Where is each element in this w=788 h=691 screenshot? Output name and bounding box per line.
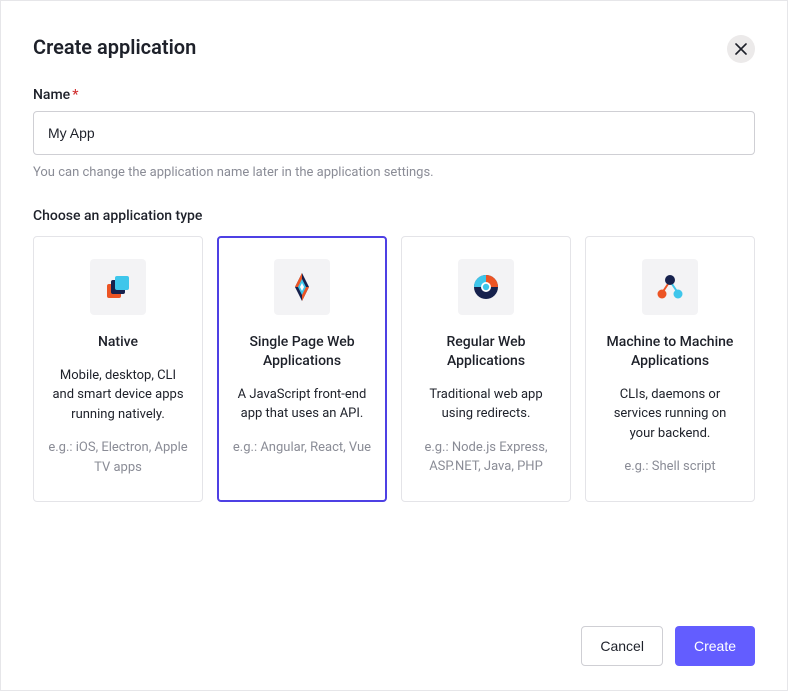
native-icon <box>101 270 135 304</box>
close-icon <box>735 43 747 55</box>
application-type-grid: Native Mobile, desktop, CLI and smart de… <box>33 236 755 502</box>
type-card-regular-web[interactable]: Regular Web Applications Traditional web… <box>401 236 571 502</box>
type-title: Single Page Web Applications <box>232 333 372 371</box>
type-desc: A JavaScript front-end app that uses an … <box>232 385 372 424</box>
modal-title: Create application <box>33 35 196 59</box>
native-icon-wrap <box>90 259 146 315</box>
spa-icon-wrap <box>274 259 330 315</box>
name-label: Name* <box>33 87 755 103</box>
type-example: e.g.: Shell script <box>624 457 715 477</box>
create-application-modal: Create application Name* You can change … <box>0 0 788 691</box>
m2m-icon-wrap <box>642 259 698 315</box>
type-desc: Traditional web app using redirects. <box>416 385 556 424</box>
regular-web-icon <box>469 270 503 304</box>
name-input[interactable] <box>33 111 755 155</box>
regular-web-icon-wrap <box>458 259 514 315</box>
close-button[interactable] <box>727 35 755 63</box>
type-desc: CLIs, daemons or services running on you… <box>600 385 740 444</box>
create-button[interactable]: Create <box>675 626 755 666</box>
name-hint: You can change the application name late… <box>33 165 755 180</box>
type-title: Regular Web Applications <box>416 333 556 371</box>
name-label-text: Name <box>33 87 70 103</box>
type-title: Native <box>98 333 138 352</box>
type-example: e.g.: Angular, React, Vue <box>233 438 371 458</box>
type-section-label: Choose an application type <box>33 208 755 224</box>
type-desc: Mobile, desktop, CLI and smart device ap… <box>48 366 188 425</box>
spa-icon <box>285 270 319 304</box>
type-title: Machine to Machine Applications <box>600 333 740 371</box>
modal-header: Create application <box>33 35 755 63</box>
required-indicator: * <box>72 87 78 103</box>
modal-footer: Cancel Create <box>33 606 755 666</box>
type-card-spa[interactable]: Single Page Web Applications A JavaScrip… <box>217 236 387 502</box>
m2m-icon <box>653 270 687 304</box>
cancel-button[interactable]: Cancel <box>581 626 663 666</box>
type-example: e.g.: iOS, Electron, Apple TV apps <box>48 438 188 477</box>
type-card-native[interactable]: Native Mobile, desktop, CLI and smart de… <box>33 236 203 502</box>
type-card-m2m[interactable]: Machine to Machine Applications CLIs, da… <box>585 236 755 502</box>
type-example: e.g.: Node.js Express, ASP.NET, Java, PH… <box>416 438 556 477</box>
